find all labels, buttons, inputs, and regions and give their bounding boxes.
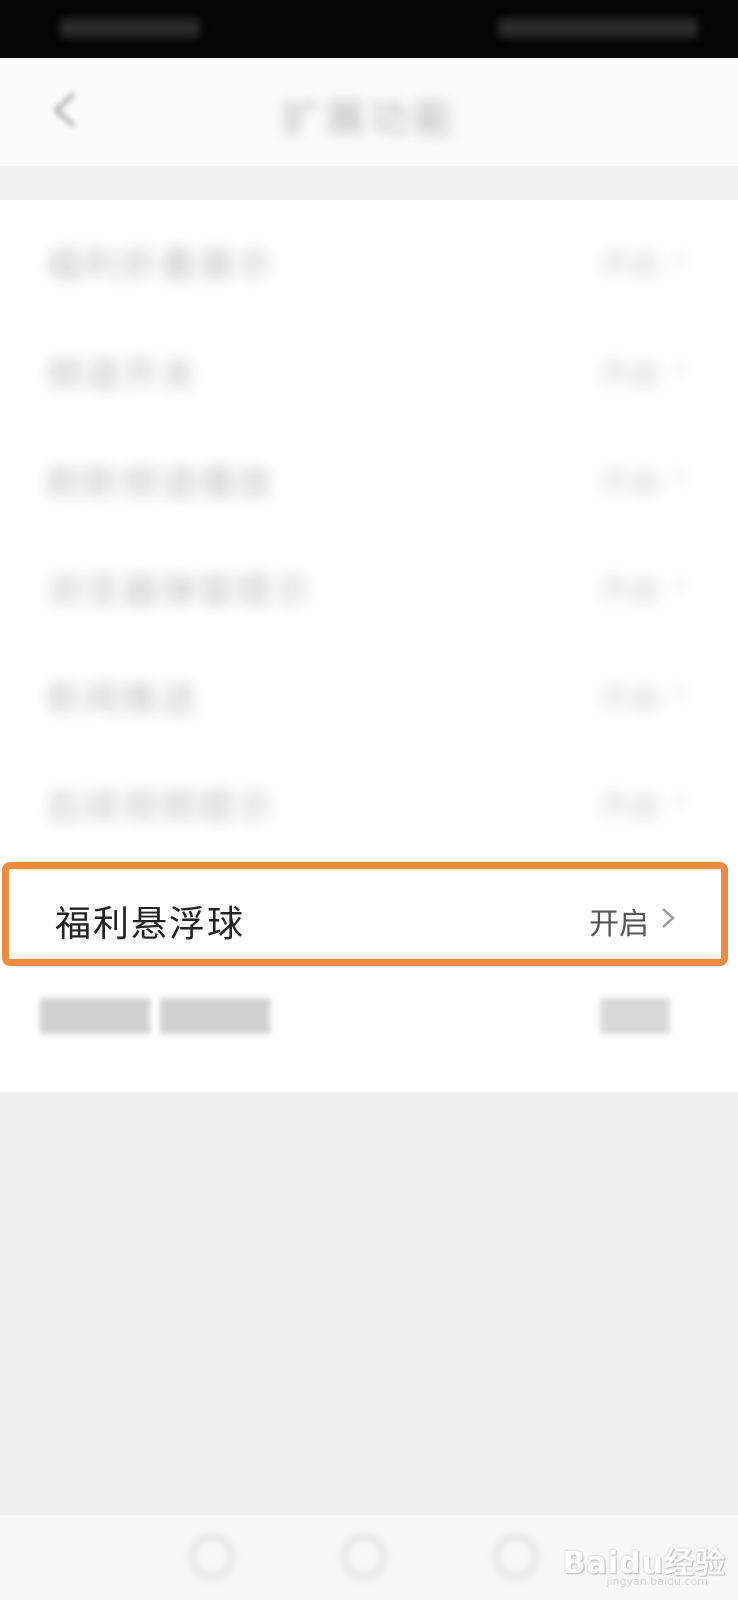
row-value: 开启: [589, 907, 649, 942]
row-label: 福利悬浮球: [55, 904, 246, 945]
row-value: 开启: [600, 682, 660, 717]
recent-nav-icon[interactable]: [494, 1535, 538, 1579]
navigation-bar: 扩展功能: [0, 58, 738, 166]
chevron-right-icon: [673, 791, 686, 811]
settings-row[interactable]: 福利折叠展示 开启: [0, 204, 738, 314]
row-value: 开启: [600, 790, 660, 825]
chevron-right-icon: [673, 683, 686, 703]
chevron-right-icon: [673, 467, 686, 487]
pixelated-label: [40, 998, 150, 1034]
chevron-right-icon: [673, 249, 686, 269]
settings-row[interactable]: 频道开关 开启: [0, 314, 738, 424]
row-label: 新闻推送: [46, 679, 199, 720]
row-label: 福利折叠展示: [46, 245, 275, 286]
settings-row[interactable]: 浏览器弹窗提示 开启: [0, 530, 738, 640]
chevron-right-icon: [662, 908, 675, 928]
row-value: 开启: [600, 574, 660, 609]
status-bar: [0, 0, 738, 58]
back-nav-icon[interactable]: [190, 1535, 234, 1579]
pixelated-label: [160, 998, 270, 1034]
status-icons: [498, 18, 698, 38]
row-value: 开启: [600, 248, 660, 283]
chevron-right-icon: [673, 575, 686, 595]
settings-row[interactable]: 刷新频道播放 开启: [0, 422, 738, 532]
watermark-site: jingyan.baidu.com: [606, 1575, 708, 1588]
pixelated-settings-row[interactable]: [0, 978, 738, 1078]
settings-row[interactable]: 后续视频提示 开启: [0, 746, 738, 856]
row-value: 开启: [600, 466, 660, 501]
settings-row-welfare-ball[interactable]: 福利悬浮球 开启: [2, 862, 728, 966]
settings-row[interactable]: 新闻推送 开启: [0, 638, 738, 748]
row-label: 频道开关: [46, 355, 199, 396]
home-nav-icon[interactable]: [342, 1535, 386, 1579]
section-gap: [0, 166, 738, 200]
page-title: 扩展功能: [281, 96, 457, 142]
row-label: 后续视频提示: [46, 787, 275, 828]
row-value: 开启: [600, 358, 660, 393]
chevron-right-icon: [673, 359, 686, 379]
carrier-info: [60, 18, 200, 38]
row-label: 刷新频道播放: [46, 463, 275, 504]
row-label: 浏览器弹窗提示: [46, 571, 313, 612]
pixelated-value: [600, 998, 670, 1034]
